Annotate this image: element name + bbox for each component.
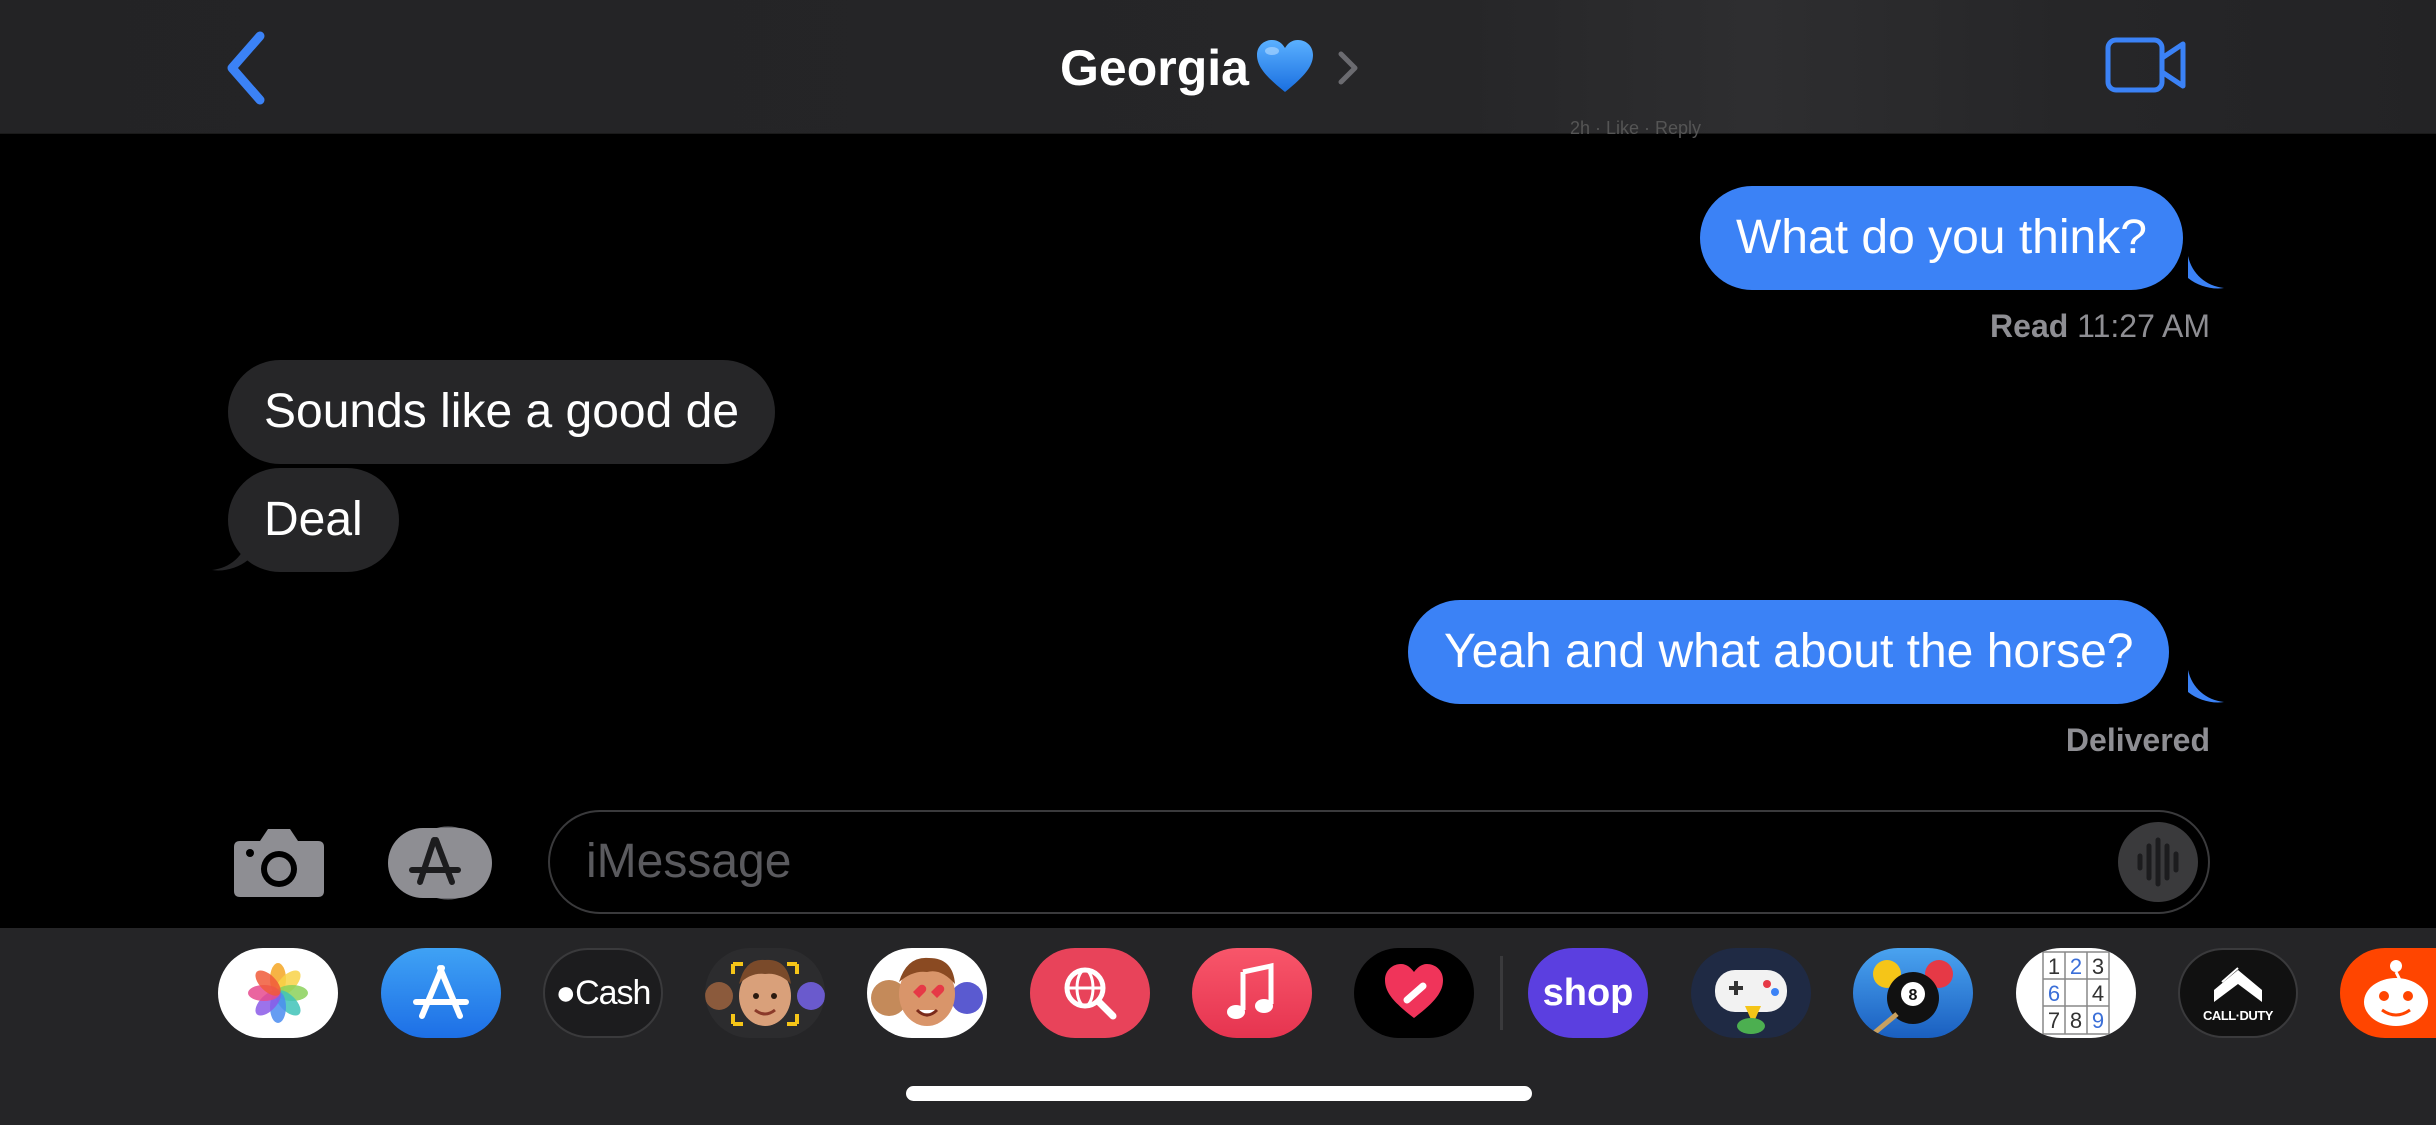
- 8-ball-pool-app[interactable]: 8: [1853, 948, 1973, 1038]
- back-button[interactable]: [218, 28, 278, 108]
- incoming-message[interactable]: Deal: [228, 468, 399, 572]
- apple-logo-icon: ●: [555, 973, 577, 1012]
- read-receipt: Read 11:27 AM: [1990, 308, 2210, 345]
- game-pigeon-app[interactable]: [1691, 948, 1811, 1038]
- outgoing-message[interactable]: What do you think?: [1700, 186, 2183, 290]
- message-input-placeholder: iMessage: [586, 835, 792, 888]
- voice-message-button[interactable]: [2118, 822, 2198, 902]
- sudoku-cell: 8: [2070, 1008, 2082, 1033]
- reddit-app[interactable]: [2340, 948, 2436, 1038]
- game-controller-icon: [1715, 970, 1787, 1034]
- blue-heart-emoji: [1255, 38, 1315, 98]
- sudoku-cell: 2: [2070, 954, 2082, 979]
- app-drawer: ● Cash shop 8 1 2 3 6 4 7 8 9 CALL·DUTY: [0, 928, 2436, 1125]
- call-of-duty-app[interactable]: CALL·DUTY: [2178, 948, 2298, 1038]
- sudoku-cell: 7: [2048, 1008, 2060, 1033]
- sudoku-cell: 1: [2048, 954, 2060, 979]
- chevron-emblem-icon: [2214, 966, 2262, 1002]
- cash-label: Cash: [575, 973, 651, 1012]
- bubble-tail: [2188, 670, 2224, 703]
- animoji-icon: [871, 957, 983, 1026]
- outgoing-message[interactable]: Yeah and what about the horse?: [1408, 600, 2170, 704]
- sudoku-cell: 9: [2092, 1008, 2104, 1033]
- delivered-receipt: Delivered: [2065, 722, 2210, 758]
- photos-icon: [248, 963, 308, 1023]
- chevron-right-icon: [1333, 46, 1363, 90]
- read-time: 11:27 AM: [2077, 308, 2210, 344]
- bubble-tail: [2188, 256, 2224, 289]
- app-drawer-divider: [1500, 956, 1503, 1030]
- animoji-stickers-app[interactable]: [867, 948, 987, 1038]
- call-of-duty-label: CALL·DUTY: [2203, 1007, 2273, 1023]
- memoji-app[interactable]: [705, 948, 825, 1038]
- facetime-video-button[interactable]: [2105, 36, 2187, 94]
- app-store-app[interactable]: [381, 948, 501, 1038]
- digital-touch-app[interactable]: [1354, 948, 1474, 1038]
- camera-icon: [234, 829, 324, 897]
- globe-search-icon: [1064, 967, 1117, 1020]
- music-app[interactable]: [1192, 948, 1312, 1038]
- conversation-header: Georgia: [0, 0, 2436, 134]
- hidden-content-peek: 2h · Like · Reply: [1570, 118, 1702, 138]
- contact-name: Georgia: [1060, 39, 1249, 96]
- waveform-icon: [2137, 837, 2179, 887]
- sudoku-cell: 4: [2092, 981, 2104, 1006]
- app-store-icon: [388, 826, 492, 900]
- sudoku-app[interactable]: 1 2 3 6 4 7 8 9: [2016, 948, 2136, 1038]
- apple-cash-app[interactable]: ● Cash: [543, 948, 663, 1038]
- sudoku-cell: 6: [2048, 981, 2060, 1006]
- reddit-icon: [2364, 960, 2428, 1026]
- heart-icon: [1385, 964, 1443, 1018]
- video-camera-icon: [2105, 37, 2186, 93]
- photos-app[interactable]: [218, 948, 338, 1038]
- web-search-app[interactable]: [1030, 948, 1150, 1038]
- shop-app[interactable]: shop: [1528, 948, 1648, 1038]
- sudoku-grid-icon: 1 2 3 6 4 7 8 9: [2042, 951, 2110, 1035]
- sudoku-cell: 3: [2092, 954, 2104, 979]
- message-input[interactable]: iMessage: [548, 810, 2210, 914]
- contact-title[interactable]: Georgia: [1060, 30, 1363, 105]
- music-note-icon: [1227, 962, 1274, 1019]
- svg-text:8: 8: [1909, 987, 1918, 1004]
- home-indicator[interactable]: [906, 1086, 1532, 1101]
- apps-button[interactable]: [386, 826, 498, 900]
- memoji-icon: [705, 959, 825, 1026]
- incoming-message[interactable]: Sounds like a good de: [228, 360, 776, 464]
- 8-ball-icon: 8: [1871, 960, 1953, 1036]
- bubble-tail: [212, 538, 248, 571]
- read-label: Read: [1990, 308, 2069, 344]
- app-store-icon: [413, 965, 469, 1019]
- camera-button[interactable]: [232, 825, 326, 899]
- shop-label: shop: [1542, 971, 1634, 1014]
- chevron-left-icon: [227, 31, 265, 105]
